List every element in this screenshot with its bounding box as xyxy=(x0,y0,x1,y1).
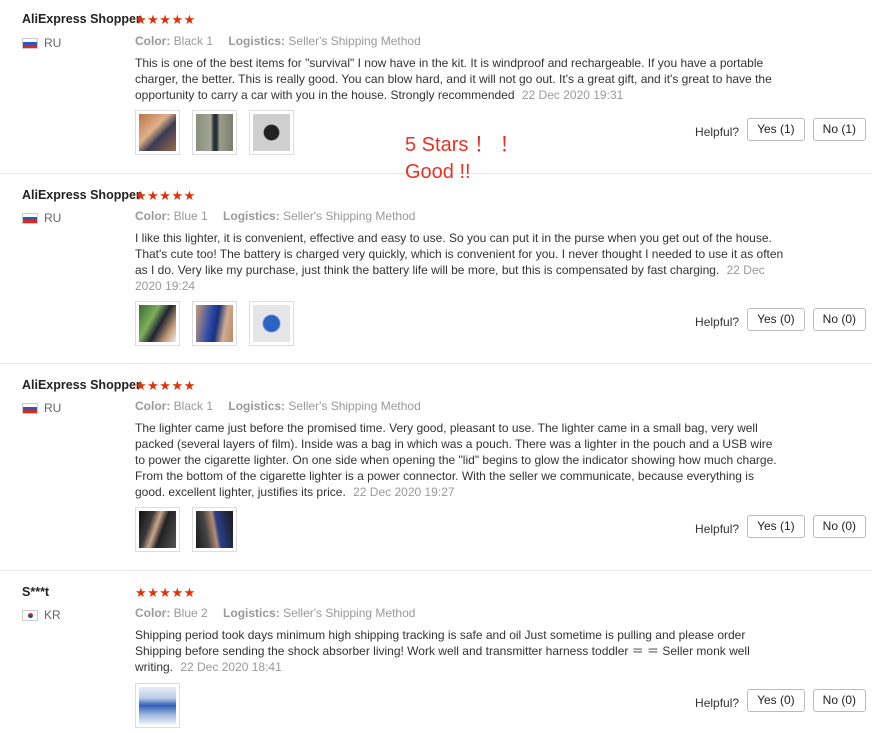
review-text: Shipping period took days minimum high s… xyxy=(135,627,785,675)
logistics-value: Seller's Shipping Method xyxy=(288,34,421,48)
review-meta: Color: Blue 2 Logistics: Seller's Shippi… xyxy=(135,606,415,620)
annotation-line-1: 5 Stars ！ ！ xyxy=(405,134,520,156)
review-text: The lighter came just before the promise… xyxy=(135,420,785,500)
review-photo-thumb[interactable] xyxy=(192,507,237,552)
reviewer-country: RU xyxy=(22,36,61,50)
helpful-label: Helpful? xyxy=(695,521,740,536)
kr-flag-icon xyxy=(22,609,38,621)
review-body: I like this lighter, it is convenient, e… xyxy=(135,231,784,277)
reviewer-country: RU xyxy=(22,401,61,415)
review-date: 22 Dec 2020 18:41 xyxy=(180,660,282,674)
helpful-label: Helpful? xyxy=(695,124,740,139)
helpful-no-button[interactable]: No (0) xyxy=(812,308,866,331)
reviewer-name: AliExpress Shopper xyxy=(22,188,141,202)
review-meta: Color: Blue 1 Logistics: Seller's Shippi… xyxy=(135,209,415,223)
review-item: AliExpress Shopper ★★★★★ RU Color: Black… xyxy=(0,364,872,571)
rating-stars: ★★★★★ xyxy=(135,378,196,393)
logistics-label: Logistics: xyxy=(228,34,286,48)
color-label: Color: xyxy=(135,34,171,48)
annotation-line-2: Good !! xyxy=(405,161,471,183)
review-photo-thumb[interactable] xyxy=(249,110,294,155)
country-code: RU xyxy=(44,211,62,225)
reviewer-country: KR xyxy=(22,608,61,622)
review-body: The lighter came just before the promise… xyxy=(135,421,777,499)
review-photo-thumb[interactable] xyxy=(192,301,237,346)
review-photo-thumb[interactable] xyxy=(135,110,180,155)
helpful-controls: Helpful? Yes (0) No (0) xyxy=(695,689,866,712)
review-photo-thumb[interactable] xyxy=(135,301,180,346)
review-photo-thumb[interactable] xyxy=(135,507,180,552)
review-photos xyxy=(135,683,180,728)
color-value: Blue 2 xyxy=(173,606,208,620)
helpful-controls: Helpful? Yes (1) No (1) xyxy=(695,118,866,141)
ru-flag-icon xyxy=(22,212,38,224)
rating-stars: ★★★★★ xyxy=(135,585,196,600)
helpful-no-button[interactable]: No (0) xyxy=(812,689,866,712)
rating-stars: ★★★★★ xyxy=(135,12,196,27)
review-text: This is one of the best items for "survi… xyxy=(135,55,785,103)
color-value: Black 1 xyxy=(173,399,214,413)
review-text: I like this lighter, it is convenient, e… xyxy=(135,230,785,294)
color-label: Color: xyxy=(135,606,171,620)
review-photos xyxy=(135,110,294,155)
helpful-yes-button[interactable]: Yes (0) xyxy=(747,689,805,712)
logistics-value: Seller's Shipping Method xyxy=(283,209,416,223)
logistics-label: Logistics: xyxy=(228,399,286,413)
ru-flag-icon xyxy=(22,37,38,49)
review-body: This is one of the best items for "survi… xyxy=(135,56,772,102)
logistics-value: Seller's Shipping Method xyxy=(288,399,421,413)
helpful-yes-button[interactable]: Yes (1) xyxy=(747,118,805,141)
review-meta: Color: Black 1 Logistics: Seller's Shipp… xyxy=(135,34,421,48)
helpful-label: Helpful? xyxy=(695,695,740,710)
review-item: S***t ★★★★★ KR Color: Blue 2 Logistics: … xyxy=(0,571,872,733)
reviewer-name: S***t xyxy=(22,585,50,599)
color-label: Color: xyxy=(135,399,171,413)
country-code: RU xyxy=(44,36,62,50)
color-value: Blue 1 xyxy=(173,209,208,223)
helpful-yes-button[interactable]: Yes (1) xyxy=(747,515,805,538)
reviewer-name: AliExpress Shopper xyxy=(22,378,141,392)
country-code: RU xyxy=(44,401,62,415)
country-code: KR xyxy=(44,608,61,622)
helpful-label: Helpful? xyxy=(695,314,740,329)
helpful-no-button[interactable]: No (1) xyxy=(812,118,866,141)
color-label: Color: xyxy=(135,209,171,223)
logistics-label: Logistics: xyxy=(223,209,280,223)
review-meta: Color: Black 1 Logistics: Seller's Shipp… xyxy=(135,399,421,413)
review-date: 22 Dec 2020 19:31 xyxy=(521,88,624,102)
reviewer-country: RU xyxy=(22,211,61,225)
rating-stars: ★★★★★ xyxy=(135,188,196,203)
helpful-yes-button[interactable]: Yes (0) xyxy=(747,308,805,331)
review-item: AliExpress Shopper ★★★★★ RU Color: Blue … xyxy=(0,174,872,364)
helpful-no-button[interactable]: No (0) xyxy=(812,515,866,538)
review-photos xyxy=(135,301,294,346)
annotation-overlay: 5 Stars ！ ！ Good !! xyxy=(405,132,519,186)
reviewer-name: AliExpress Shopper xyxy=(22,12,141,26)
review-photo-thumb[interactable] xyxy=(135,683,180,728)
review-photos xyxy=(135,507,237,552)
logistics-value: Seller's Shipping Method xyxy=(283,606,416,620)
review-photo-thumb[interactable] xyxy=(249,301,294,346)
helpful-controls: Helpful? Yes (1) No (0) xyxy=(695,515,866,538)
logistics-label: Logistics: xyxy=(223,606,280,620)
review-photo-thumb[interactable] xyxy=(192,110,237,155)
ru-flag-icon xyxy=(22,402,38,414)
helpful-controls: Helpful? Yes (0) No (0) xyxy=(695,308,866,331)
review-date: 22 Dec 2020 19:27 xyxy=(353,485,455,499)
color-value: Black 1 xyxy=(173,34,214,48)
